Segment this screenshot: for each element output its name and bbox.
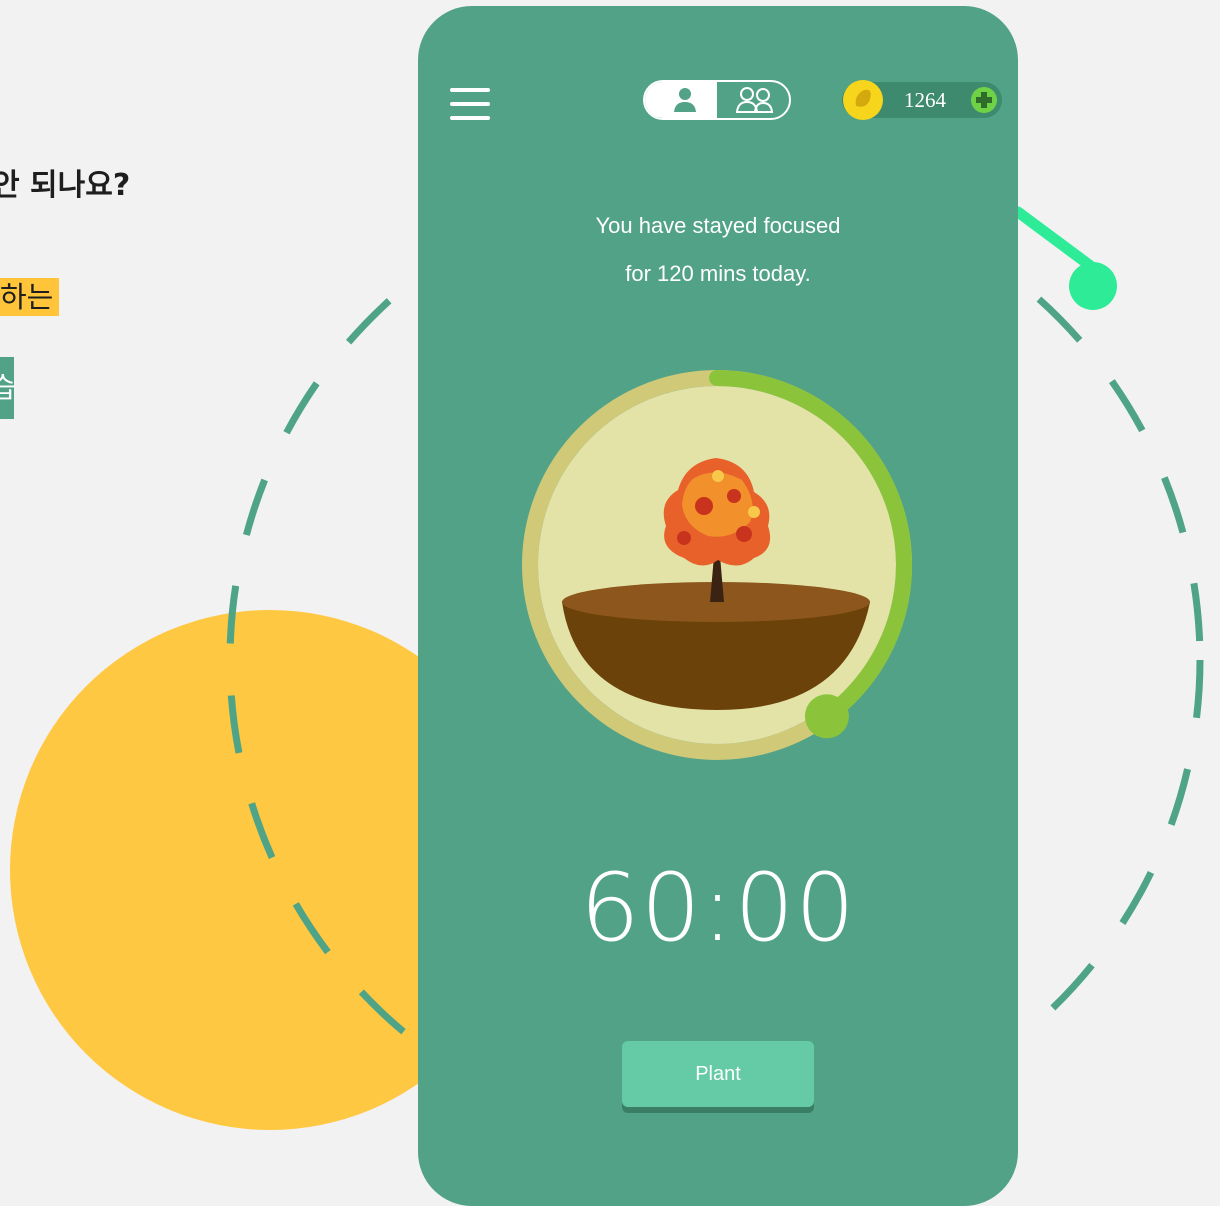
focus-summary-line2: for 120 mins today. <box>625 261 811 286</box>
progress-knob[interactable] <box>804 694 849 739</box>
plus-circle-icon[interactable] <box>970 86 998 114</box>
plant-button[interactable]: Plant <box>622 1041 814 1107</box>
korean-heading: 안 되나요? <box>0 168 131 203</box>
phone-screen: 1264 You have stayed focused for 120 min… <box>418 6 1018 1206</box>
focus-summary-line1: You have stayed focused <box>595 213 841 238</box>
coin-icon <box>843 80 883 120</box>
countdown-timer: 60:00 <box>580 854 856 963</box>
hamburger-menu-icon[interactable] <box>450 88 490 122</box>
group-mode-tab[interactable] <box>719 82 789 118</box>
highlight-text-yellow: 하는 <box>0 278 60 316</box>
coin-count: 1264 <box>904 88 946 112</box>
focus-summary: You have stayed focused for 120 mins tod… <box>418 202 1018 298</box>
accent-arc <box>1012 206 1102 276</box>
coin-balance: 1264 <box>842 80 1002 120</box>
progress-ring <box>522 370 912 760</box>
mode-toggle[interactable] <box>643 80 791 120</box>
single-user-icon <box>674 88 696 112</box>
accent-dot <box>1069 262 1117 310</box>
group-users-icon <box>735 87 774 113</box>
solo-mode-tab[interactable] <box>645 82 717 118</box>
highlight-text-green: 습 <box>0 357 14 419</box>
